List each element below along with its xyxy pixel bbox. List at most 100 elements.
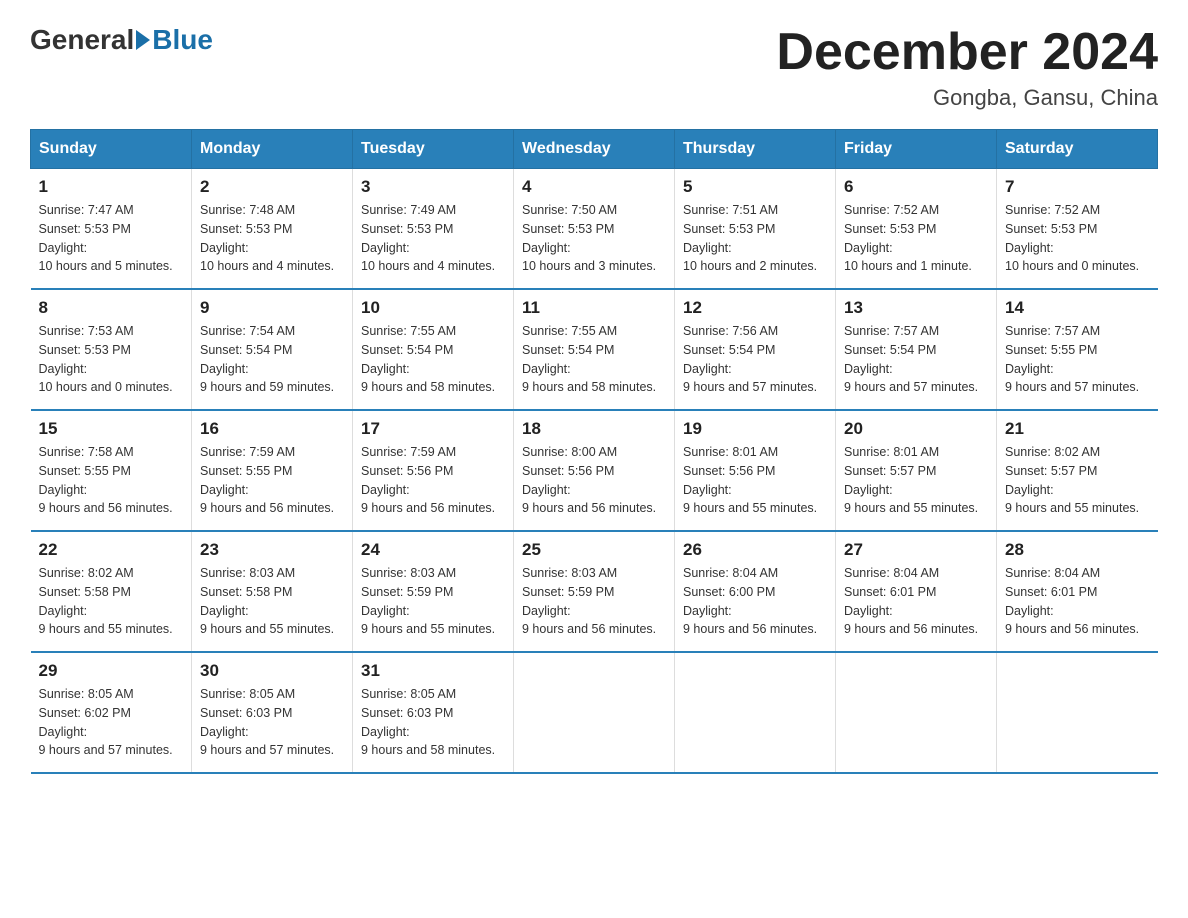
day-number: 30 bbox=[200, 661, 344, 681]
calendar-cell: 10 Sunrise: 7:55 AM Sunset: 5:54 PM Dayl… bbox=[353, 289, 514, 410]
day-info: Sunrise: 7:48 AM Sunset: 5:53 PM Dayligh… bbox=[200, 201, 344, 276]
week-row-4: 22 Sunrise: 8:02 AM Sunset: 5:58 PM Dayl… bbox=[31, 531, 1158, 652]
day-number: 2 bbox=[200, 177, 344, 197]
calendar-cell: 28 Sunrise: 8:04 AM Sunset: 6:01 PM Dayl… bbox=[997, 531, 1158, 652]
calendar-cell: 18 Sunrise: 8:00 AM Sunset: 5:56 PM Dayl… bbox=[514, 410, 675, 531]
page-title: December 2024 bbox=[776, 24, 1158, 81]
day-info: Sunrise: 8:05 AM Sunset: 6:02 PM Dayligh… bbox=[39, 685, 184, 760]
page-subtitle: Gongba, Gansu, China bbox=[776, 85, 1158, 111]
calendar-cell: 17 Sunrise: 7:59 AM Sunset: 5:56 PM Dayl… bbox=[353, 410, 514, 531]
day-number: 15 bbox=[39, 419, 184, 439]
day-number: 23 bbox=[200, 540, 344, 560]
calendar-cell: 27 Sunrise: 8:04 AM Sunset: 6:01 PM Dayl… bbox=[836, 531, 997, 652]
day-number: 22 bbox=[39, 540, 184, 560]
calendar-cell: 1 Sunrise: 7:47 AM Sunset: 5:53 PM Dayli… bbox=[31, 169, 192, 290]
day-number: 6 bbox=[844, 177, 988, 197]
day-info: Sunrise: 8:03 AM Sunset: 5:58 PM Dayligh… bbox=[200, 564, 344, 639]
day-info: Sunrise: 8:05 AM Sunset: 6:03 PM Dayligh… bbox=[200, 685, 344, 760]
day-number: 19 bbox=[683, 419, 827, 439]
day-number: 17 bbox=[361, 419, 505, 439]
calendar-cell: 5 Sunrise: 7:51 AM Sunset: 5:53 PM Dayli… bbox=[675, 169, 836, 290]
day-number: 25 bbox=[522, 540, 666, 560]
calendar-cell: 3 Sunrise: 7:49 AM Sunset: 5:53 PM Dayli… bbox=[353, 169, 514, 290]
calendar-cell: 26 Sunrise: 8:04 AM Sunset: 6:00 PM Dayl… bbox=[675, 531, 836, 652]
day-info: Sunrise: 7:57 AM Sunset: 5:54 PM Dayligh… bbox=[844, 322, 988, 397]
calendar-cell: 22 Sunrise: 8:02 AM Sunset: 5:58 PM Dayl… bbox=[31, 531, 192, 652]
page-header: General Blue December 2024 Gongba, Gansu… bbox=[30, 24, 1158, 111]
calendar-cell: 2 Sunrise: 7:48 AM Sunset: 5:53 PM Dayli… bbox=[192, 169, 353, 290]
day-number: 9 bbox=[200, 298, 344, 318]
day-number: 10 bbox=[361, 298, 505, 318]
calendar-cell: 6 Sunrise: 7:52 AM Sunset: 5:53 PM Dayli… bbox=[836, 169, 997, 290]
header-thursday: Thursday bbox=[675, 130, 836, 169]
week-row-1: 1 Sunrise: 7:47 AM Sunset: 5:53 PM Dayli… bbox=[31, 169, 1158, 290]
calendar-cell: 7 Sunrise: 7:52 AM Sunset: 5:53 PM Dayli… bbox=[997, 169, 1158, 290]
day-number: 13 bbox=[844, 298, 988, 318]
calendar-cell: 24 Sunrise: 8:03 AM Sunset: 5:59 PM Dayl… bbox=[353, 531, 514, 652]
day-info: Sunrise: 7:50 AM Sunset: 5:53 PM Dayligh… bbox=[522, 201, 666, 276]
day-number: 11 bbox=[522, 298, 666, 318]
calendar-cell: 15 Sunrise: 7:58 AM Sunset: 5:55 PM Dayl… bbox=[31, 410, 192, 531]
day-number: 21 bbox=[1005, 419, 1150, 439]
title-block: December 2024 Gongba, Gansu, China bbox=[776, 24, 1158, 111]
day-number: 1 bbox=[39, 177, 184, 197]
calendar-cell: 29 Sunrise: 8:05 AM Sunset: 6:02 PM Dayl… bbox=[31, 652, 192, 773]
day-number: 31 bbox=[361, 661, 505, 681]
calendar-cell: 9 Sunrise: 7:54 AM Sunset: 5:54 PM Dayli… bbox=[192, 289, 353, 410]
day-info: Sunrise: 7:59 AM Sunset: 5:55 PM Dayligh… bbox=[200, 443, 344, 518]
header-wednesday: Wednesday bbox=[514, 130, 675, 169]
day-info: Sunrise: 8:05 AM Sunset: 6:03 PM Dayligh… bbox=[361, 685, 505, 760]
day-info: Sunrise: 8:04 AM Sunset: 6:01 PM Dayligh… bbox=[844, 564, 988, 639]
day-number: 7 bbox=[1005, 177, 1150, 197]
calendar-cell: 25 Sunrise: 8:03 AM Sunset: 5:59 PM Dayl… bbox=[514, 531, 675, 652]
header-monday: Monday bbox=[192, 130, 353, 169]
day-info: Sunrise: 8:03 AM Sunset: 5:59 PM Dayligh… bbox=[522, 564, 666, 639]
header-friday: Friday bbox=[836, 130, 997, 169]
day-number: 3 bbox=[361, 177, 505, 197]
calendar-cell: 31 Sunrise: 8:05 AM Sunset: 6:03 PM Dayl… bbox=[353, 652, 514, 773]
day-number: 5 bbox=[683, 177, 827, 197]
day-info: Sunrise: 7:52 AM Sunset: 5:53 PM Dayligh… bbox=[844, 201, 988, 276]
day-info: Sunrise: 8:02 AM Sunset: 5:58 PM Dayligh… bbox=[39, 564, 184, 639]
day-number: 24 bbox=[361, 540, 505, 560]
calendar-cell bbox=[997, 652, 1158, 773]
week-row-3: 15 Sunrise: 7:58 AM Sunset: 5:55 PM Dayl… bbox=[31, 410, 1158, 531]
day-number: 14 bbox=[1005, 298, 1150, 318]
day-info: Sunrise: 7:56 AM Sunset: 5:54 PM Dayligh… bbox=[683, 322, 827, 397]
day-number: 4 bbox=[522, 177, 666, 197]
calendar-cell: 13 Sunrise: 7:57 AM Sunset: 5:54 PM Dayl… bbox=[836, 289, 997, 410]
day-info: Sunrise: 7:51 AM Sunset: 5:53 PM Dayligh… bbox=[683, 201, 827, 276]
day-number: 26 bbox=[683, 540, 827, 560]
day-number: 16 bbox=[200, 419, 344, 439]
day-info: Sunrise: 8:04 AM Sunset: 6:01 PM Dayligh… bbox=[1005, 564, 1150, 639]
calendar-cell: 23 Sunrise: 8:03 AM Sunset: 5:58 PM Dayl… bbox=[192, 531, 353, 652]
day-number: 12 bbox=[683, 298, 827, 318]
calendar-cell: 20 Sunrise: 8:01 AM Sunset: 5:57 PM Dayl… bbox=[836, 410, 997, 531]
calendar-cell: 11 Sunrise: 7:55 AM Sunset: 5:54 PM Dayl… bbox=[514, 289, 675, 410]
calendar-cell: 30 Sunrise: 8:05 AM Sunset: 6:03 PM Dayl… bbox=[192, 652, 353, 773]
day-info: Sunrise: 7:59 AM Sunset: 5:56 PM Dayligh… bbox=[361, 443, 505, 518]
header-sunday: Sunday bbox=[31, 130, 192, 169]
calendar-cell: 16 Sunrise: 7:59 AM Sunset: 5:55 PM Dayl… bbox=[192, 410, 353, 531]
day-info: Sunrise: 8:02 AM Sunset: 5:57 PM Dayligh… bbox=[1005, 443, 1150, 518]
day-info: Sunrise: 7:58 AM Sunset: 5:55 PM Dayligh… bbox=[39, 443, 184, 518]
calendar-cell: 8 Sunrise: 7:53 AM Sunset: 5:53 PM Dayli… bbox=[31, 289, 192, 410]
day-info: Sunrise: 7:53 AM Sunset: 5:53 PM Dayligh… bbox=[39, 322, 184, 397]
week-row-5: 29 Sunrise: 8:05 AM Sunset: 6:02 PM Dayl… bbox=[31, 652, 1158, 773]
calendar-cell bbox=[836, 652, 997, 773]
day-number: 18 bbox=[522, 419, 666, 439]
day-info: Sunrise: 7:52 AM Sunset: 5:53 PM Dayligh… bbox=[1005, 201, 1150, 276]
calendar-cell: 4 Sunrise: 7:50 AM Sunset: 5:53 PM Dayli… bbox=[514, 169, 675, 290]
day-number: 29 bbox=[39, 661, 184, 681]
calendar-cell: 12 Sunrise: 7:56 AM Sunset: 5:54 PM Dayl… bbox=[675, 289, 836, 410]
week-row-2: 8 Sunrise: 7:53 AM Sunset: 5:53 PM Dayli… bbox=[31, 289, 1158, 410]
calendar-cell: 14 Sunrise: 7:57 AM Sunset: 5:55 PM Dayl… bbox=[997, 289, 1158, 410]
logo: General Blue bbox=[30, 24, 213, 56]
day-info: Sunrise: 8:00 AM Sunset: 5:56 PM Dayligh… bbox=[522, 443, 666, 518]
day-info: Sunrise: 7:54 AM Sunset: 5:54 PM Dayligh… bbox=[200, 322, 344, 397]
day-info: Sunrise: 7:49 AM Sunset: 5:53 PM Dayligh… bbox=[361, 201, 505, 276]
header-saturday: Saturday bbox=[997, 130, 1158, 169]
day-info: Sunrise: 8:03 AM Sunset: 5:59 PM Dayligh… bbox=[361, 564, 505, 639]
logo-general-text: General bbox=[30, 24, 134, 56]
calendar-cell: 21 Sunrise: 8:02 AM Sunset: 5:57 PM Dayl… bbox=[997, 410, 1158, 531]
